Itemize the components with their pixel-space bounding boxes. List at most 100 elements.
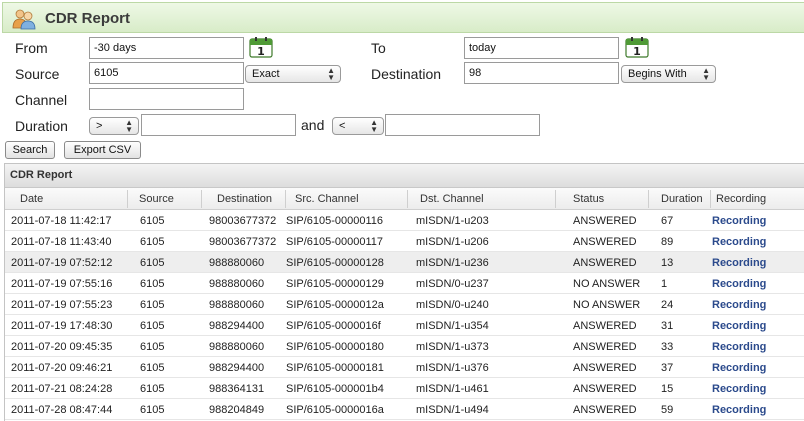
source-cell: 6105 [140,299,165,311]
channel-label: Channel [15,92,68,108]
recording-link[interactable]: Recording [712,215,766,227]
date-cell: 2011-07-18 11:43:40 [11,236,112,248]
recording-link[interactable]: Recording [712,278,766,290]
results-title: CDR Report [10,169,73,181]
col-recording-header[interactable]: Recording [716,193,766,205]
src-channel-cell: SIP/6105-0000016f [286,320,381,332]
dst-channel-cell: mISDN/1-u376 [416,362,489,374]
column-divider [201,190,202,208]
channel-input[interactable] [89,88,244,110]
duration-max-input[interactable] [385,114,540,136]
duration-cell: 24 [661,299,674,311]
source-cell: 6105 [140,257,165,269]
col-duration-header[interactable]: Duration [661,193,703,205]
duration-max-operator-value: < [339,120,346,132]
calendar-icon[interactable]: 1 [624,36,650,58]
destination-cell: 988294400 [209,320,265,332]
calendar-day: 1 [257,45,265,58]
duration-min-input[interactable] [141,114,296,136]
status-cell: ANSWERED [573,341,637,353]
destination-match-value: Begins With [628,68,687,80]
table-row[interactable]: 2011-07-21 08:24:28 6105 988364131 SIP/6105… [5,378,804,399]
calendar-day: 1 [633,45,641,58]
source-match-select[interactable]: Exact ▲ ▼ [245,65,341,83]
col-source-header[interactable]: Source [139,193,174,205]
recording-link[interactable]: Recording [712,320,766,332]
recording-link[interactable]: Recording [712,341,766,353]
destination-cell: 988880060 [209,257,265,269]
table-row[interactable]: 2011-07-19 07:55:16 6105 988880060 SIP/6105… [5,273,804,294]
dst-channel-cell: mISDN/1-u236 [416,257,489,269]
export-csv-button[interactable]: Export CSV [64,141,141,159]
col-dst-channel-header[interactable]: Dst. Channel [420,193,484,205]
duration-cell: 33 [661,341,674,353]
date-cell: 2011-07-21 08:24:28 [11,383,113,395]
destination-cell: 98003677372 [209,215,277,227]
date-cell: 2011-07-19 07:52:12 [11,257,113,269]
duration-cell: 59 [661,404,674,416]
column-divider [285,190,286,208]
recording-link[interactable]: Recording [712,299,766,311]
status-cell: ANSWERED [573,362,637,374]
source-cell: 6105 [140,362,165,374]
date-cell: 2011-07-20 09:46:21 [11,362,113,374]
src-channel-cell: SIP/6105-00000117 [286,236,384,248]
destination-input[interactable]: 98 [464,62,619,84]
dst-channel-cell: mISDN/1-u494 [416,404,489,416]
source-cell: 6105 [140,236,165,248]
table-row[interactable]: 2011-07-20 09:46:21 6105 988294400 SIP/6105… [5,357,804,378]
destination-cell: 988204849 [209,404,265,416]
table-row[interactable]: 2011-07-28 08:47:44 6105 988204849 SIP/6105… [5,399,804,420]
results-panel-header: CDR Report [5,164,804,188]
users-icon [12,9,36,30]
col-date-header[interactable]: Date [20,193,43,205]
select-arrows-icon: ▲ ▼ [327,66,335,82]
dst-channel-cell: mISDN/1-u373 [416,341,489,353]
destination-cell: 98003677372 [209,236,277,248]
table-row[interactable]: 2011-07-18 11:42:17 6105 98003677372 SIP/61… [5,210,804,231]
table-row[interactable]: 2011-07-19 07:55:23 6105 988880060 SIP/6105… [5,294,804,315]
source-input[interactable]: 6105 [89,62,244,84]
recording-link[interactable]: Recording [712,257,766,269]
from-input[interactable]: -30 days [89,37,244,59]
destination-cell: 988364131 [209,383,265,395]
recording-link[interactable]: Recording [712,362,766,374]
page-title: CDR Report [45,10,130,27]
duration-cell: 1 [661,278,668,290]
table-row[interactable]: 2011-07-20 09:45:35 6105 988880060 SIP/6105… [5,336,804,357]
date-cell: 2011-07-19 07:55:16 [11,278,113,290]
table-row[interactable]: 2011-07-18 11:43:40 6105 98003677372 SIP/61… [5,231,804,252]
status-cell: NO ANSWER [573,299,641,311]
column-divider [407,190,408,208]
column-divider [710,190,711,208]
table-row[interactable]: 2011-07-19 07:52:12 6105 988880060 SIP/6105… [5,252,804,273]
report-title-bar: CDR Report [2,2,804,33]
date-cell: 2011-07-19 07:55:23 [11,299,113,311]
recording-link[interactable]: Recording [712,383,766,395]
date-cell: 2011-07-20 09:45:35 [11,341,113,353]
duration-max-operator-select[interactable]: < ▲ ▼ [332,117,384,135]
column-divider [555,190,556,208]
destination-label: Destination [371,66,442,82]
search-button[interactable]: Search [5,141,55,159]
destination-match-select[interactable]: Begins With ▲ ▼ [621,65,716,83]
duration-min-operator-select[interactable]: > ▲ ▼ [89,117,139,135]
src-channel-cell: SIP/6105-00000116 [286,215,384,227]
table-header: Date Source Destination Src. Channel Dst. Ch… [5,188,804,210]
date-cell: 2011-07-19 17:48:30 [11,320,113,332]
recording-link[interactable]: Recording [712,404,766,416]
status-cell: ANSWERED [573,383,637,395]
recording-link[interactable]: Recording [712,236,766,248]
src-channel-cell: SIP/6105-00000128 [286,257,384,269]
col-destination-header[interactable]: Destination [217,193,272,205]
col-src-channel-header[interactable]: Src. Channel [295,193,359,205]
date-cell: 2011-07-28 08:47:44 [11,404,113,416]
calendar-icon[interactable]: 1 [248,36,274,58]
src-channel-cell: SIP/6105-0000016a [286,404,384,416]
table-row[interactable]: 2011-07-19 17:48:30 6105 988294400 SIP/6105… [5,315,804,336]
dst-channel-cell: mISDN/1-u461 [416,383,489,395]
status-cell: ANSWERED [573,236,637,248]
and-label: and [301,117,325,133]
col-status-header[interactable]: Status [573,193,604,205]
to-input[interactable]: today [464,37,619,59]
